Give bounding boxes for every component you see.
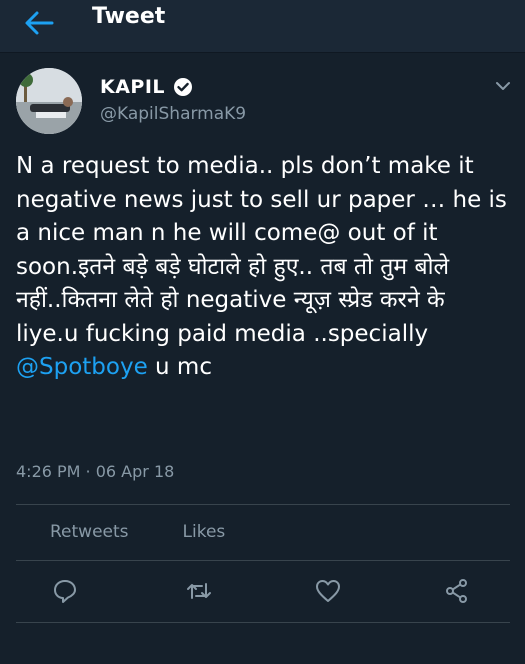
retweets-label[interactable]: Retweets xyxy=(50,522,129,542)
share-icon xyxy=(446,579,467,603)
like-icon xyxy=(316,580,340,602)
engagement-stats: Retweets Likes xyxy=(16,515,245,549)
share-button[interactable] xyxy=(444,578,470,604)
back-arrow-icon[interactable] xyxy=(22,8,56,38)
reply-icon xyxy=(54,580,76,603)
divider xyxy=(16,560,510,561)
tweet-text: N a request to media.. pls don’t make it… xyxy=(16,150,510,385)
like-button[interactable] xyxy=(315,578,341,604)
divider xyxy=(16,504,510,505)
tweet-body: N a request to media.. pls don’t make it… xyxy=(16,153,507,347)
tweet-timestamp: 4:26 PM · 06 Apr 18 xyxy=(16,462,175,481)
likes-label[interactable]: Likes xyxy=(183,522,226,542)
divider xyxy=(16,622,510,623)
reply-button[interactable] xyxy=(52,578,78,604)
top-bar: Tweet xyxy=(0,0,525,53)
author-name-row: KAPIL xyxy=(100,76,193,98)
author-name[interactable]: KAPIL xyxy=(100,76,165,98)
tweet-body-end: u mc xyxy=(147,354,212,380)
chevron-down-icon[interactable] xyxy=(495,80,511,92)
verified-badge-icon xyxy=(174,78,193,96)
page-title: Tweet xyxy=(92,4,166,29)
retweet-button[interactable] xyxy=(186,578,212,604)
avatar-photo xyxy=(16,68,82,134)
author-handle[interactable]: @KapilSharmaK9 xyxy=(100,104,246,124)
mention-link[interactable]: @Spotboye xyxy=(16,354,148,380)
retweet-icon xyxy=(187,583,211,599)
avatar[interactable] xyxy=(16,68,82,134)
